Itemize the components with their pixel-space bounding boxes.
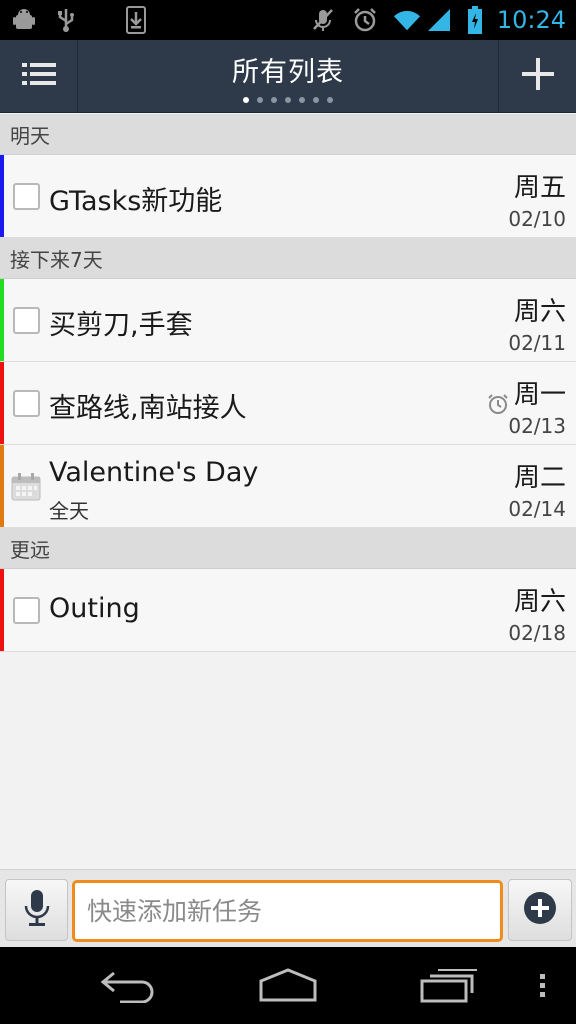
section-header: 更远 [0,528,576,569]
android-debug-icon [10,6,38,34]
signal-icon [425,6,453,34]
task-weekday: 周五 [513,173,566,203]
task-weekday: 周二 [513,463,566,493]
task-color-stripe [0,445,4,527]
overflow-menu-icon[interactable] [538,973,548,1003]
list-menu-button[interactable] [0,40,78,112]
task-date: 02/11 [508,331,566,355]
page-dot [285,96,291,103]
task-weekday: 周六 [513,297,566,327]
back-icon[interactable] [100,967,156,1007]
task-title: GTasks新功能 [49,186,223,217]
page-title: 所有列表 [232,56,344,88]
recents-icon[interactable] [420,967,478,1007]
task-color-stripe [0,569,4,651]
alarm-icon [486,392,510,420]
download-icon [122,6,150,34]
action-bar: 所有列表 [0,40,576,113]
task-title: 查路线,南站接人 [49,393,247,424]
task-row[interactable]: Outing 周六 02/18 [0,569,576,652]
page-dot [299,96,305,103]
usb-icon [52,6,80,34]
home-icon[interactable] [258,967,318,1007]
task-row[interactable]: Valentine's Day 全天 周二 02/14 [0,445,576,528]
calendar-icon [11,473,41,505]
section-header: 明天 [0,114,576,155]
wifi-icon [393,6,421,34]
quick-add-button[interactable] [508,879,572,941]
task-list: 明天 GTasks新功能 周五 02/10 接下来7天 买剪刀,手套 周六 02… [0,114,576,652]
task-row[interactable]: 查路线,南站接人 周一 02/13 [0,362,576,445]
add-circle-icon [523,891,557,929]
list-menu-icon [21,62,56,90]
quick-add-input[interactable] [72,880,503,942]
task-weekday: 周六 [513,587,566,617]
task-title: Outing [49,593,140,624]
add-list-button[interactable] [498,40,576,112]
task-date: 02/14 [508,497,566,521]
task-checkbox[interactable] [13,597,40,624]
page-dot [243,96,249,103]
list-title-area[interactable]: 所有列表 [78,40,498,112]
battery-icon [467,6,483,34]
task-weekday: 周一 [513,380,566,410]
task-checkbox[interactable] [13,390,40,417]
task-date: 02/13 [508,414,566,438]
page-dot [313,96,319,103]
task-title: 买剪刀,手套 [49,310,193,341]
alarm-icon [351,6,379,34]
task-color-stripe [0,279,4,361]
task-row[interactable]: 买剪刀,手套 周六 02/11 [0,279,576,362]
plus-icon [521,57,555,95]
status-time: 10:24 [496,6,566,34]
task-date: 02/18 [508,621,566,645]
page-dot [271,96,277,103]
mute-icon [309,6,337,34]
task-color-stripe [0,362,4,444]
task-checkbox[interactable] [13,183,40,210]
task-date: 02/10 [508,207,566,231]
page-dot [257,96,263,103]
navigation-bar [0,947,576,1024]
microphone-icon [24,889,50,931]
status-bar: 10:24 [0,0,576,40]
task-color-stripe [0,155,4,237]
page-indicator [243,96,333,103]
task-checkbox[interactable] [13,307,40,334]
section-header: 接下来7天 [0,238,576,279]
quick-add-bar [0,869,576,947]
voice-input-button[interactable] [5,879,68,941]
task-subtitle: 全天 [49,499,89,523]
task-title: Valentine's Day [49,457,259,488]
page-dot [327,96,333,103]
task-row[interactable]: GTasks新功能 周五 02/10 [0,155,576,238]
